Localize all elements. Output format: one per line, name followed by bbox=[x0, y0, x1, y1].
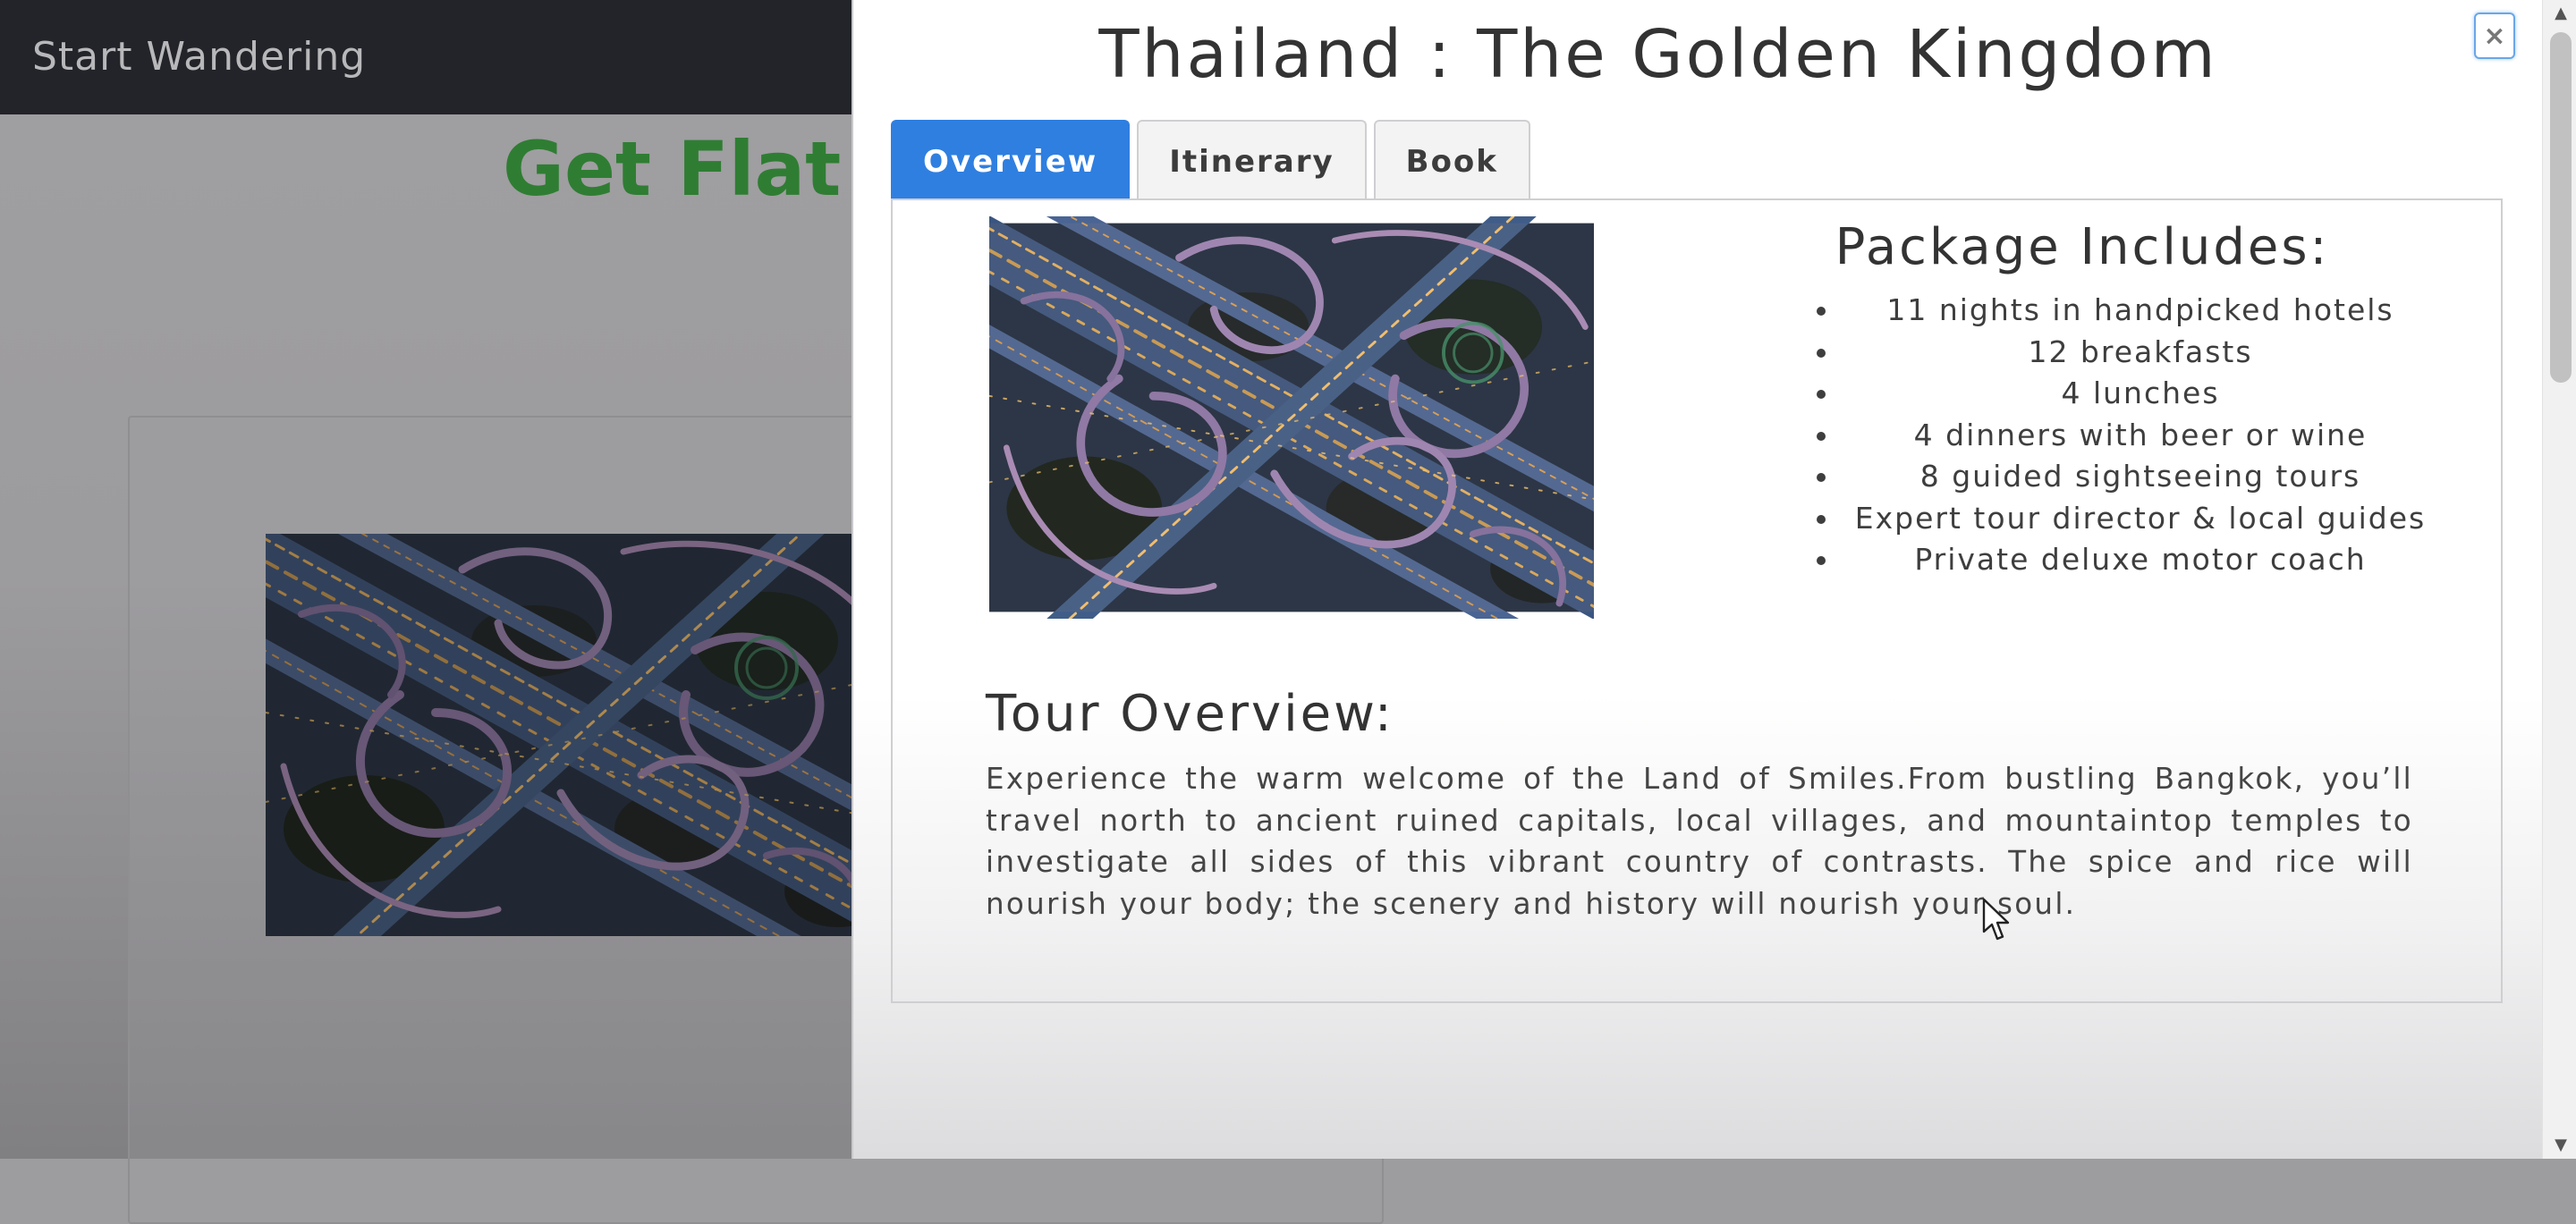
list-item: Expert tour director & local guides bbox=[1841, 498, 2440, 540]
mouse-pointer-icon bbox=[1982, 898, 2010, 941]
scrollbar-thumb[interactable] bbox=[2550, 32, 2572, 383]
tab-bar: Overview Itinerary Book bbox=[891, 120, 1530, 200]
tab-book[interactable]: Book bbox=[1373, 120, 1530, 200]
tour-overview-text: Experience the warm welcome of the Land … bbox=[986, 762, 2413, 921]
list-item: 12 breakfasts bbox=[1841, 332, 2440, 374]
overview-image bbox=[989, 216, 1594, 619]
package-includes-list: 11 nights in handpicked hotels 12 breakf… bbox=[1787, 290, 2440, 581]
overview-tab-content: Package Includes: 11 nights in handpicke… bbox=[891, 198, 2503, 1003]
scroll-down-arrow-icon[interactable]: ▼ bbox=[2543, 1132, 2576, 1159]
panel-title: Thailand : The Golden Kingdom bbox=[1098, 16, 2218, 93]
package-detail-panel: Thailand : The Golden Kingdom × Overview… bbox=[852, 0, 2576, 1159]
list-item: Private deluxe motor coach bbox=[1841, 539, 2440, 581]
highway-interchange-image bbox=[266, 534, 892, 936]
scrollbar[interactable]: ▲ ▼ bbox=[2542, 0, 2576, 1159]
package-card-image[interactable] bbox=[266, 534, 892, 936]
tab-overview[interactable]: Overview bbox=[891, 120, 1131, 200]
highway-interchange-image bbox=[989, 216, 1594, 619]
tour-overview-heading: Tour Overview: bbox=[986, 685, 1394, 743]
close-button[interactable]: × bbox=[2474, 13, 2515, 59]
list-item: 4 dinners with beer or wine bbox=[1841, 415, 2440, 457]
list-item: 4 lunches bbox=[1841, 373, 2440, 415]
list-item: 11 nights in handpicked hotels bbox=[1841, 290, 2440, 332]
package-includes-heading: Package Includes: bbox=[1835, 218, 2330, 276]
scroll-up-arrow-icon[interactable]: ▲ bbox=[2543, 0, 2576, 27]
list-item: 8 guided sightseeing tours bbox=[1841, 456, 2440, 498]
brand-link[interactable]: Start Wandering bbox=[32, 34, 366, 80]
tab-itinerary[interactable]: Itinerary bbox=[1137, 120, 1367, 200]
